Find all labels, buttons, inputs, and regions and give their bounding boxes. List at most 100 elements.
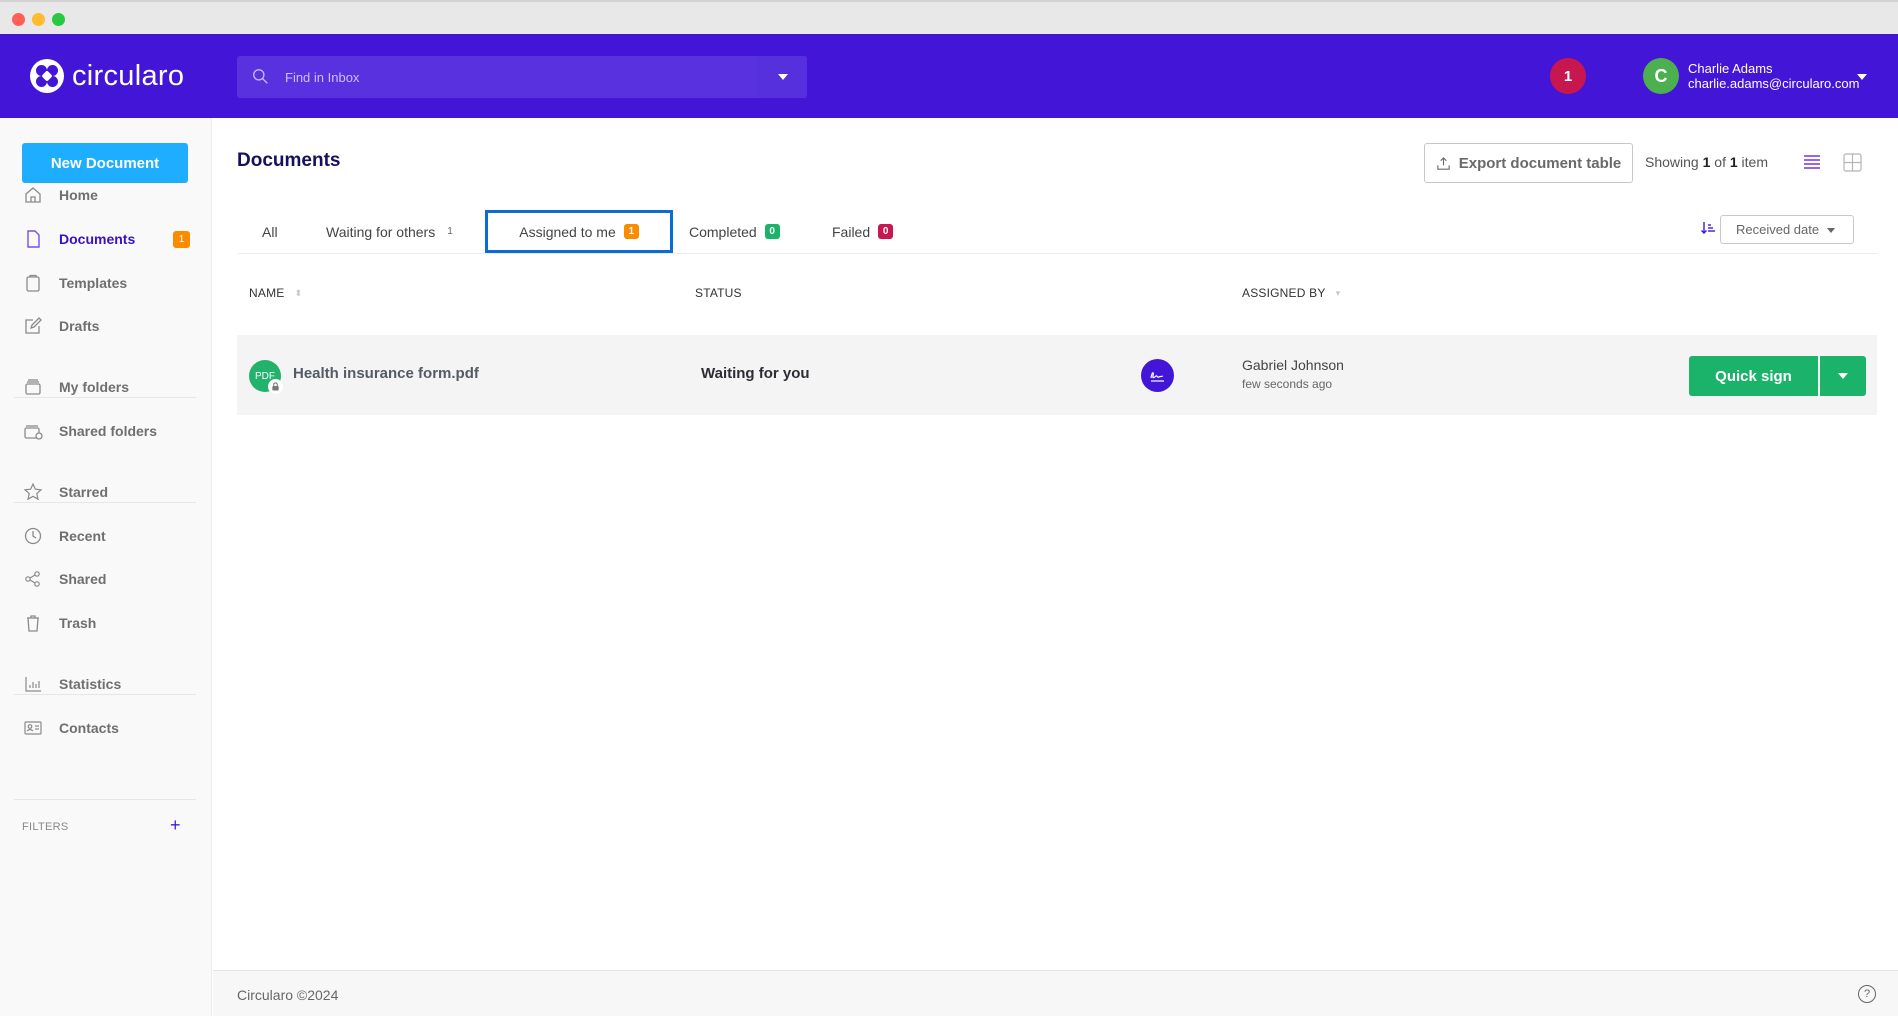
avatar: C <box>1643 58 1679 94</box>
user-menu[interactable]: C Charlie Adams charlie.adams@circularo.… <box>1643 58 1859 94</box>
tab-label: Failed <box>832 223 871 240</box>
tab-badge: 0 <box>878 224 894 239</box>
quick-sign-button[interactable]: Quick sign <box>1689 356 1818 396</box>
add-filter-button[interactable]: + <box>170 815 181 836</box>
export-document-table-button[interactable]: Export document table <box>1424 143 1633 183</box>
sidebar-item-label: Recent <box>59 528 106 544</box>
sidebar-divider <box>14 799 196 800</box>
sidebar-item-documents[interactable]: Documents 1 <box>0 223 212 255</box>
tab-completed[interactable]: Completed 0 <box>689 210 780 253</box>
document-status: Waiting for you <box>701 365 810 382</box>
window-maximize-button[interactable] <box>52 13 65 26</box>
sidebar-item-label: Trash <box>59 615 97 631</box>
list-view-icon[interactable] <box>1803 153 1821 171</box>
sort-down-icon: ▾ <box>1335 287 1341 298</box>
sidebar-item-label: Statistics <box>59 676 122 692</box>
shared-folder-icon <box>23 421 43 441</box>
signature-icon <box>1141 359 1174 392</box>
sidebar-item-my-folders[interactable]: My folders <box>0 371 212 403</box>
app-logo[interactable]: circularo <box>30 59 184 93</box>
sidebar-item-shared[interactable]: Shared <box>0 563 212 595</box>
column-header-name[interactable]: NAME ⬍ <box>249 286 302 300</box>
grid-view-icon[interactable] <box>1843 153 1862 172</box>
search-icon <box>253 69 268 84</box>
document-name-link[interactable]: Health insurance form.pdf <box>293 365 479 382</box>
column-label: ASSIGNED BY <box>1242 286 1326 300</box>
chart-icon <box>23 674 43 694</box>
sidebar-item-drafts[interactable]: Drafts <box>0 310 212 342</box>
logo-icon <box>30 59 64 93</box>
column-label: NAME <box>249 286 285 300</box>
sidebar-item-shared-folders[interactable]: Shared folders <box>0 415 212 447</box>
tab-label: Completed <box>689 223 757 240</box>
edit-icon <box>23 316 43 336</box>
document-icon <box>23 229 43 249</box>
assigned-by-name: Gabriel Johnson <box>1242 357 1344 373</box>
share-icon <box>23 569 43 589</box>
documents-count-badge: 1 <box>173 230 190 248</box>
search-input[interactable] <box>285 56 755 98</box>
column-header-status: STATUS <box>695 286 742 300</box>
upload-icon <box>1437 156 1450 170</box>
chevron-down-icon[interactable] <box>1857 74 1867 80</box>
page-title: Documents <box>237 150 341 171</box>
logo-text: circularo <box>72 59 185 92</box>
footer: Circularo ©2024 ? <box>213 970 1898 1016</box>
tab-all[interactable]: All <box>262 210 278 253</box>
window-minimize-button[interactable] <box>32 13 45 26</box>
tab-label: Assigned to me <box>519 223 616 240</box>
help-icon[interactable]: ? <box>1858 985 1876 1003</box>
table-row[interactable]: PDF Health insurance form.pdf Waiting fo… <box>237 335 1877 415</box>
window-close-button[interactable] <box>12 13 25 26</box>
tab-waiting-for-others[interactable]: Waiting for others 1 <box>326 210 453 253</box>
quick-sign-dropdown-button[interactable] <box>1819 356 1866 396</box>
tab-assigned-to-me[interactable]: Assigned to me 1 <box>485 210 673 253</box>
sidebar: New Document Home Documents 1 Templates … <box>0 118 212 1016</box>
document-tabs: All Waiting for others 1 Assigned to me … <box>237 210 1877 254</box>
trash-icon <box>23 613 43 633</box>
showing-count: Showing 1 of 1 item <box>1645 154 1768 170</box>
sidebar-item-label: Contacts <box>59 720 119 736</box>
sidebar-item-label: Starred <box>59 484 109 500</box>
sidebar-item-label: Documents <box>59 231 136 247</box>
top-header: circularo 1 C Charlie Adams charlie.adam… <box>0 34 1898 118</box>
template-icon <box>23 273 43 293</box>
search-bar <box>237 56 807 98</box>
sort-by-select[interactable]: Received date <box>1720 215 1854 244</box>
sidebar-item-home[interactable]: Home <box>0 179 212 211</box>
export-label: Export document table <box>1458 154 1622 172</box>
filters-label: FILTERS <box>22 821 69 833</box>
notifications-badge[interactable]: 1 <box>1550 58 1586 94</box>
tab-label: Waiting for others <box>326 223 436 240</box>
sidebar-item-label: Drafts <box>59 318 100 334</box>
window-titlebar <box>0 0 1898 34</box>
column-header-assigned-by[interactable]: ASSIGNED BY ▾ <box>1242 286 1340 300</box>
sidebar-item-label: Shared <box>59 571 107 587</box>
user-name: Charlie Adams <box>1688 61 1773 76</box>
tab-failed[interactable]: Failed 0 <box>832 210 894 253</box>
sidebar-item-starred[interactable]: Starred <box>0 476 212 508</box>
sidebar-item-recent[interactable]: Recent <box>0 520 212 552</box>
tab-badge: 1 <box>623 224 639 239</box>
sidebar-item-label: My folders <box>59 379 130 395</box>
tab-label: All <box>262 223 278 240</box>
tab-count: 1 <box>447 226 453 237</box>
assigned-time: few seconds ago <box>1242 377 1333 391</box>
sidebar-item-label: Home <box>59 187 98 203</box>
sidebar-item-templates[interactable]: Templates <box>0 267 212 299</box>
star-icon <box>23 482 43 502</box>
sidebar-item-label: Templates <box>59 275 128 291</box>
clock-icon <box>23 526 43 546</box>
sidebar-item-label: Shared folders <box>59 423 158 439</box>
folder-icon <box>23 377 43 397</box>
sidebar-item-trash[interactable]: Trash <box>0 607 212 639</box>
sort-direction-icon[interactable] <box>1700 220 1716 236</box>
new-document-button[interactable]: New Document <box>22 143 188 183</box>
sidebar-item-statistics[interactable]: Statistics <box>0 668 212 700</box>
sidebar-item-contacts[interactable]: Contacts <box>0 712 212 744</box>
home-icon <box>23 185 43 205</box>
lock-icon <box>268 379 283 394</box>
search-options-dropdown[interactable] <box>757 56 807 98</box>
user-email: charlie.adams@circularo.com <box>1688 76 1860 91</box>
sort-icon: ⬍ <box>294 287 303 298</box>
